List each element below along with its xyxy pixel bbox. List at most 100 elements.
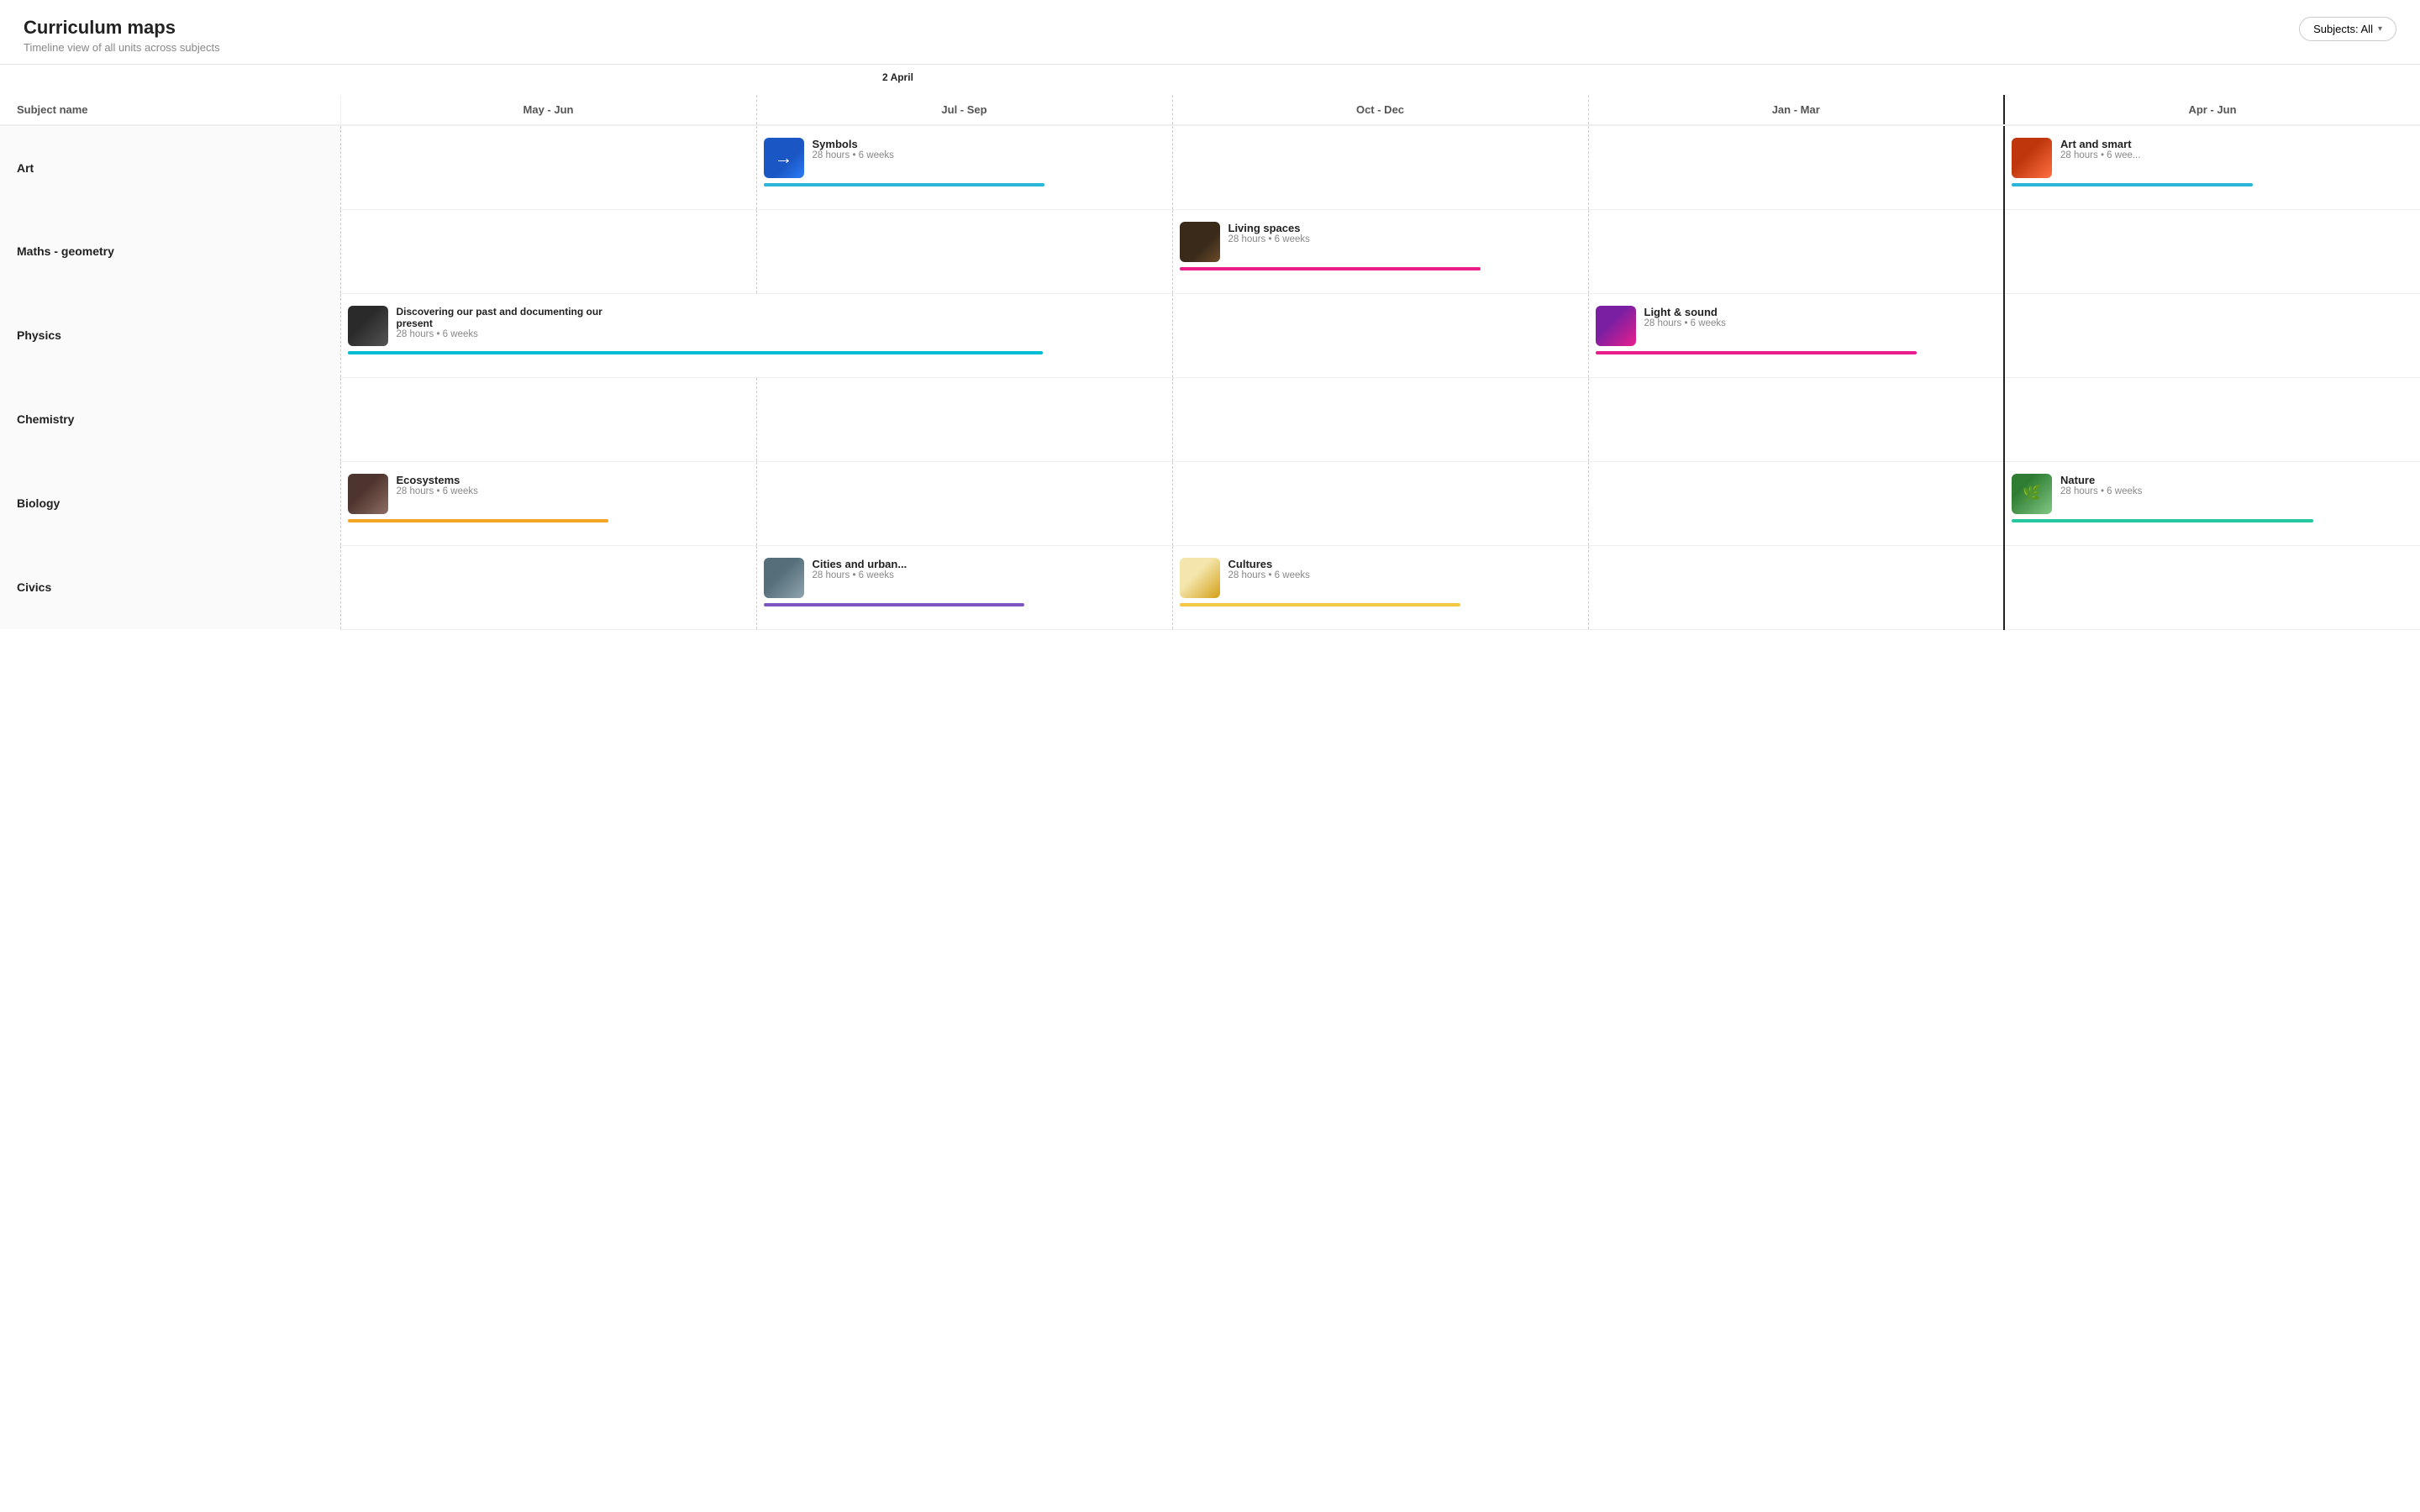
chemistry-oct-dec-cell xyxy=(1172,377,1588,461)
unit-cultures-thumb xyxy=(1180,558,1220,598)
column-header-subject: Subject name xyxy=(0,95,340,125)
maths-oct-dec-cell[interactable]: Living spaces 28 hours • 6 weeks xyxy=(1172,209,1588,293)
biology-may-jun-cell[interactable]: Ecosystems 28 hours • 6 weeks xyxy=(340,461,756,545)
column-header-apr-jun: Apr - Jun xyxy=(2004,95,2420,125)
unit-cultures-meta: 28 hours • 6 weeks xyxy=(1228,570,1310,580)
unit-nature[interactable]: 🌿 Nature 28 hours • 6 weeks xyxy=(2005,462,2420,514)
unit-artsmart-bar xyxy=(2012,183,2253,186)
unit-cultures[interactable]: Cultures 28 hours • 6 weeks xyxy=(1173,546,1588,598)
chemistry-jan-mar-cell xyxy=(1588,377,2004,461)
unit-cultures-title: Cultures xyxy=(1228,558,1310,570)
civics-apr-jun-cell xyxy=(2004,545,2420,629)
unit-lightsound-thumb xyxy=(1596,306,1636,346)
unit-nature-bar xyxy=(2012,519,2313,522)
art-oct-dec-cell xyxy=(1172,125,1588,209)
biology-apr-jun-cell[interactable]: 🌿 Nature 28 hours • 6 weeks xyxy=(2004,461,2420,545)
unit-artsmart-info: Art and smart 28 hours • 6 wee... xyxy=(2060,138,2140,160)
unit-livingspaces-info: Living spaces 28 hours • 6 weeks xyxy=(1228,222,1310,244)
unit-cities-bar xyxy=(764,603,1025,606)
unit-nature-bar-wrap xyxy=(2005,514,2420,522)
civics-oct-dec-cell[interactable]: Cultures 28 hours • 6 weeks xyxy=(1172,545,1588,629)
unit-ecosystems-thumb xyxy=(348,474,388,514)
unit-cities[interactable]: Cities and urban... 28 hours • 6 weeks xyxy=(757,546,1172,598)
art-jul-sep-cell[interactable]: → Symbols 28 hours • 6 weeks xyxy=(756,125,1172,209)
subject-name-civics: Civics xyxy=(0,545,340,629)
page-subtitle: Timeline view of all units across subjec… xyxy=(24,41,220,54)
unit-lightsound-bar xyxy=(1596,351,1917,354)
civics-jul-sep-cell[interactable]: Cities and urban... 28 hours • 6 weeks xyxy=(756,545,1172,629)
chemistry-jul-sep-cell xyxy=(756,377,1172,461)
table-header-row: Subject name May - Jun Jul - Sep Oct - D… xyxy=(0,95,2420,125)
unit-livingspaces-thumb xyxy=(1180,222,1220,262)
table-row-civics: Civics Cities and urban... 28 hours • 6 … xyxy=(0,545,2420,629)
subjects-filter-label: Subjects: All xyxy=(2313,23,2373,35)
unit-cities-title: Cities and urban... xyxy=(813,558,908,570)
unit-lightsound-title: Light & sound xyxy=(1644,306,1726,318)
art-jan-mar-cell xyxy=(1588,125,2004,209)
unit-cities-meta: 28 hours • 6 weeks xyxy=(813,570,908,580)
column-header-may-jun: May - Jun xyxy=(340,95,756,125)
physics-jan-mar-cell[interactable]: Light & sound 28 hours • 6 weeks xyxy=(1588,293,2004,377)
column-header-oct-dec: Oct - Dec xyxy=(1172,95,1588,125)
header-left: Curriculum maps Timeline view of all uni… xyxy=(24,17,220,54)
unit-lightsound-meta: 28 hours • 6 weeks xyxy=(1644,318,1726,328)
unit-ecosystems[interactable]: Ecosystems 28 hours • 6 weeks xyxy=(341,462,756,514)
maths-apr-jun-cell xyxy=(2004,209,2420,293)
unit-nature-meta: 28 hours • 6 weeks xyxy=(2060,486,2142,496)
physics-may-jun-cell[interactable]: Discovering our past and documenting our… xyxy=(340,293,1172,377)
subject-name-art: Art xyxy=(0,125,340,209)
unit-artsmart-bar-wrap xyxy=(2005,178,2420,186)
chevron-down-icon: ▾ xyxy=(2378,24,2382,34)
unit-lightsound-info: Light & sound 28 hours • 6 weeks xyxy=(1644,306,1726,328)
today-label-row: 2 April xyxy=(151,65,2420,95)
unit-symbols-bar xyxy=(764,183,1045,186)
subject-name-physics: Physics xyxy=(0,293,340,377)
subjects-filter-button[interactable]: Subjects: All ▾ xyxy=(2299,17,2396,41)
unit-artsmart-title: Art and smart xyxy=(2060,138,2140,150)
art-apr-jun-cell[interactable]: Art and smart 28 hours • 6 wee... xyxy=(2004,125,2420,209)
unit-ecosystems-bar-wrap xyxy=(341,514,756,522)
unit-cities-bar-wrap xyxy=(757,598,1172,606)
unit-ecosystems-meta: 28 hours • 6 weeks xyxy=(397,486,478,496)
unit-ecosystems-bar xyxy=(348,519,609,522)
column-header-jan-mar: Jan - Mar xyxy=(1588,95,2004,125)
unit-cities-thumb xyxy=(764,558,804,598)
subject-name-maths: Maths - geometry xyxy=(0,209,340,293)
unit-discovering-title: Discovering our past and documenting our… xyxy=(397,306,632,329)
unit-discovering-bar-wrap xyxy=(341,346,1172,354)
unit-nature-info: Nature 28 hours • 6 weeks xyxy=(2060,474,2142,496)
unit-ecosystems-info: Ecosystems 28 hours • 6 weeks xyxy=(397,474,478,496)
today-date-label: 2 April xyxy=(882,71,913,83)
maths-jul-sep-cell xyxy=(756,209,1172,293)
chemistry-may-jun-cell xyxy=(340,377,756,461)
page-wrapper: Curriculum maps Timeline view of all uni… xyxy=(0,0,2420,630)
unit-nature-thumb: 🌿 xyxy=(2012,474,2052,514)
unit-livingspaces[interactable]: Living spaces 28 hours • 6 weeks xyxy=(1173,210,1588,262)
unit-symbols-title: Symbols xyxy=(813,138,894,150)
page-header: Curriculum maps Timeline view of all uni… xyxy=(0,0,2420,65)
civics-may-jun-cell xyxy=(340,545,756,629)
unit-cultures-bar-wrap xyxy=(1173,598,1588,606)
subject-name-biology: Biology xyxy=(0,461,340,545)
unit-discovering-thumb xyxy=(348,306,388,346)
unit-discovering-meta: 28 hours • 6 weeks xyxy=(397,329,632,339)
table-body: Art → Symbols 28 hours • 6 weeks xyxy=(0,125,2420,629)
page-title: Curriculum maps xyxy=(24,17,220,39)
unit-livingspaces-bar xyxy=(1180,267,1481,270)
unit-artsmart[interactable]: Art and smart 28 hours • 6 wee... xyxy=(2005,126,2420,178)
unit-cultures-bar xyxy=(1180,603,1461,606)
maths-may-jun-cell xyxy=(340,209,756,293)
chemistry-apr-jun-cell xyxy=(2004,377,2420,461)
timeline-container: Subject name May - Jun Jul - Sep Oct - D… xyxy=(0,95,2420,630)
unit-ecosystems-title: Ecosystems xyxy=(397,474,478,486)
unit-cultures-info: Cultures 28 hours • 6 weeks xyxy=(1228,558,1310,580)
biology-jul-sep-cell xyxy=(756,461,1172,545)
unit-lightsound[interactable]: Light & sound 28 hours • 6 weeks xyxy=(1589,294,2004,346)
unit-symbols[interactable]: → Symbols 28 hours • 6 weeks xyxy=(757,126,1172,178)
unit-artsmart-meta: 28 hours • 6 wee... xyxy=(2060,150,2140,160)
unit-discovering-info: Discovering our past and documenting our… xyxy=(397,306,632,339)
unit-livingspaces-bar-wrap xyxy=(1173,262,1588,270)
unit-discovering[interactable]: Discovering our past and documenting our… xyxy=(341,294,1172,346)
table-row-physics: Physics Discovering our past and documen… xyxy=(0,293,2420,377)
civics-jan-mar-cell xyxy=(1588,545,2004,629)
